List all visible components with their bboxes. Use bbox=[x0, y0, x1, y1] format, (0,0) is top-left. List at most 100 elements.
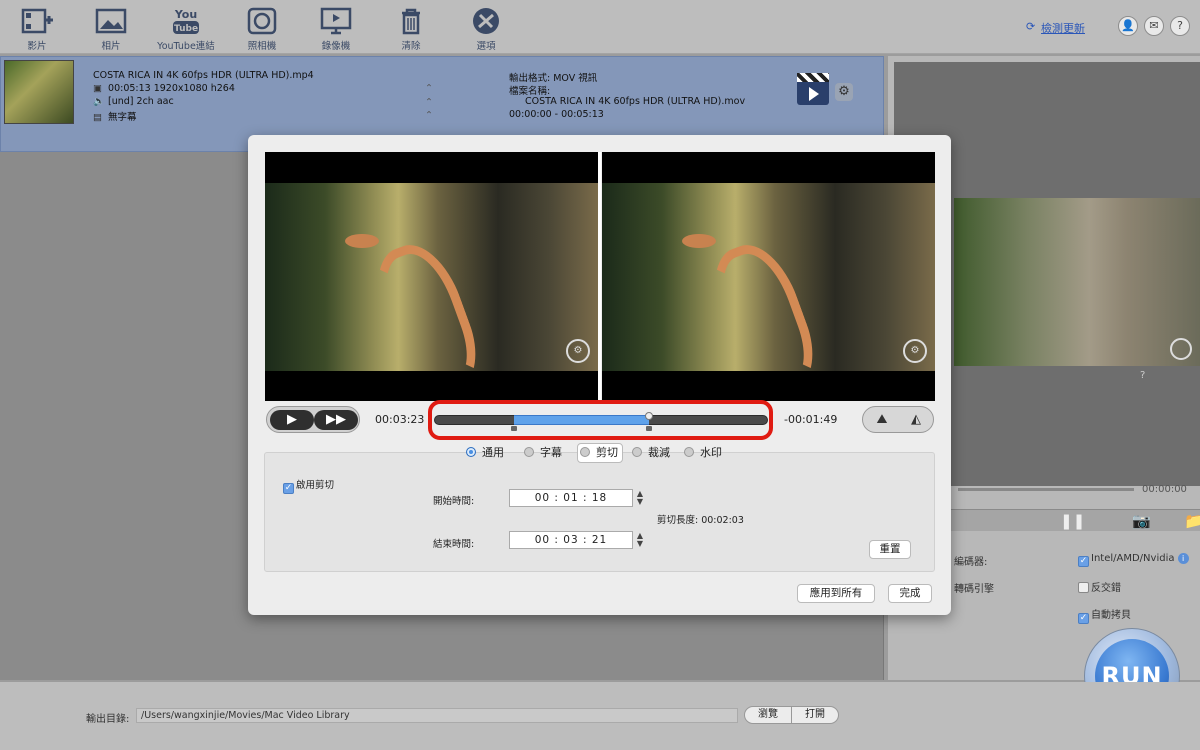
gear-icon[interactable]: ⚙ bbox=[835, 83, 853, 101]
camera-label: 照相機 bbox=[247, 41, 277, 52]
hw-accel-checkbox[interactable]: ✓ bbox=[1078, 556, 1089, 567]
screen-record-icon bbox=[320, 7, 352, 35]
timeline-highlight-box bbox=[428, 400, 773, 440]
file-name: COSTA RICA IN 4K 60fps HDR (ULTRA HD).mp… bbox=[93, 70, 314, 81]
subtitle-info[interactable]: ▤ 無字幕 bbox=[93, 109, 137, 123]
fast-forward-button[interactable]: ▶▶ bbox=[314, 410, 358, 430]
auto-copy-checkbox[interactable]: ✓ bbox=[1078, 613, 1089, 624]
tab-general-radio bbox=[466, 447, 476, 457]
svg-text:You: You bbox=[174, 8, 197, 21]
tab-trim[interactable]: 剪切 bbox=[580, 444, 618, 462]
speaker-icon: 🔈 bbox=[93, 96, 105, 107]
watermark-icon: ⚙ bbox=[566, 339, 590, 363]
mail-icon[interactable]: ✉ bbox=[1144, 16, 1164, 36]
add-video-button[interactable]: 影片 bbox=[2, 6, 72, 52]
account-icon[interactable]: 👤 bbox=[1118, 16, 1138, 36]
flip-controls: ⛰ ◭ bbox=[862, 406, 934, 433]
audio-info[interactable]: 🔈 [und] 2ch aac bbox=[93, 96, 174, 107]
play-button[interactable]: ▶ bbox=[270, 410, 314, 430]
subtitle-track-chevron-icon[interactable]: ⌃ bbox=[425, 110, 433, 121]
video-track-chevron-icon[interactable]: ⌃ bbox=[425, 83, 433, 94]
trash-icon bbox=[402, 8, 420, 35]
auto-copy-label: 自動拷貝 bbox=[1091, 610, 1131, 621]
pause-icon[interactable]: ❚❚ bbox=[1060, 512, 1085, 530]
video-info-icon: ▣ bbox=[93, 83, 102, 94]
youtube-link-button[interactable]: You Tube YouTube連結 bbox=[151, 6, 221, 52]
tab-subtitle[interactable]: 字幕 bbox=[524, 444, 562, 462]
tab-crop[interactable]: 裁減 bbox=[632, 444, 670, 462]
svg-text:Tube: Tube bbox=[174, 24, 198, 34]
recorder-label: 錄像機 bbox=[321, 41, 351, 52]
tab-general[interactable]: 通用 bbox=[466, 444, 504, 462]
preview-controls: ❚❚ 📷 📁 bbox=[948, 509, 1200, 531]
end-time-input[interactable]: 00 : 03 : 21 bbox=[509, 531, 633, 549]
video-info-text: 00:05:13 1920x1080 h264 bbox=[108, 83, 235, 94]
flip-horizontal-icon: ◭ bbox=[911, 412, 921, 427]
folder-icon[interactable]: 📁 bbox=[1184, 512, 1200, 530]
reset-button[interactable]: 重置 bbox=[869, 540, 911, 559]
open-button[interactable]: 打開 bbox=[791, 706, 839, 724]
playback-controls: ▶ ▶▶ bbox=[266, 406, 360, 433]
tools-icon bbox=[473, 8, 499, 34]
recorder-button[interactable]: 錄像機 bbox=[301, 6, 371, 52]
snake-body bbox=[361, 233, 489, 401]
trim-length: 剪切長度: 00:02:03 bbox=[657, 515, 744, 526]
start-time-stepper[interactable]: ▲ ▼ bbox=[635, 490, 645, 506]
deinterlace-label: 反交錯 bbox=[1091, 583, 1121, 594]
start-time-label: 開始時間: bbox=[433, 496, 475, 507]
auto-copy-option[interactable]: ✓ 自動拷貝 bbox=[1078, 606, 1131, 624]
main-toolbar: 影片 相片 You Tube YouTube連結 照相機 錄像機 清除 選項 ⟳ … bbox=[0, 0, 1200, 54]
output-video-preview: ⚙ bbox=[602, 152, 935, 401]
add-photo-button[interactable]: 相片 bbox=[76, 6, 146, 52]
tab-general-label: 通用 bbox=[482, 446, 504, 459]
trim-editor-dialog: ⚙ ⚙ ▶ ▶▶ 00:03:23 -00:01:49 ⛰ ◭ ✓ 啟用剪切 開始… bbox=[248, 135, 951, 615]
done-button[interactable]: 完成 bbox=[888, 584, 932, 603]
flip-horizontal-button[interactable]: ◭ bbox=[899, 411, 933, 429]
browse-button[interactable]: 瀏覽 bbox=[744, 706, 792, 724]
end-time-label: 結束時間: bbox=[433, 539, 475, 550]
video-thumbnail bbox=[4, 60, 74, 124]
hw-accel-option[interactable]: ✓ Intel/AMD/Nvidia i bbox=[1078, 553, 1189, 567]
preview-seekbar[interactable] bbox=[958, 488, 1134, 491]
info-icon[interactable]: i bbox=[1177, 553, 1189, 564]
tab-subtitle-label: 字幕 bbox=[540, 446, 562, 459]
subtitle-info-text: 無字幕 bbox=[108, 112, 137, 123]
film-add-icon bbox=[21, 8, 53, 34]
refresh-icon: ⟳ bbox=[1026, 20, 1036, 33]
trim-settings-panel: ✓ 啟用剪切 開始時間: 00 : 01 : 18 ▲ ▼ 剪切長度: 00:02:… bbox=[264, 452, 935, 572]
help-icon[interactable]: ? bbox=[1170, 16, 1190, 36]
options-label: 選項 bbox=[476, 41, 496, 52]
snapshot-icon[interactable]: 📷 bbox=[1132, 512, 1151, 530]
enable-trim-checkbox[interactable]: ✓ bbox=[283, 483, 294, 494]
flip-vertical-button[interactable]: ⛰ bbox=[865, 411, 899, 429]
output-format-icon[interactable] bbox=[797, 73, 829, 105]
tab-crop-radio bbox=[632, 447, 642, 457]
output-range: 00:00:00 - 00:05:13 bbox=[509, 109, 604, 120]
camera-icon bbox=[247, 7, 277, 35]
output-dir-field[interactable]: /Users/wangxinjie/Movies/Mac Video Libra… bbox=[136, 708, 738, 723]
enable-trim-option[interactable]: ✓ 啟用剪切 bbox=[283, 477, 334, 494]
check-update-link[interactable]: 檢測更新 bbox=[1041, 20, 1085, 36]
deinterlace-option[interactable]: 反交錯 bbox=[1078, 579, 1121, 594]
clear-button[interactable]: 清除 bbox=[376, 6, 446, 52]
youtube-link-label: YouTube連結 bbox=[157, 41, 215, 52]
play-icon: ▶ bbox=[287, 412, 297, 427]
camera-button[interactable]: 照相機 bbox=[227, 6, 297, 52]
tab-watermark[interactable]: 水印 bbox=[684, 444, 722, 462]
subtitle-icon: ▤ bbox=[93, 112, 102, 123]
snake-head bbox=[682, 234, 716, 248]
watermark-icon: ⚙ bbox=[903, 339, 927, 363]
encoder-label: 編碼器: bbox=[954, 557, 988, 568]
output-name[interactable]: COSTA RICA IN 4K 60fps HDR (ULTRA HD).mo… bbox=[525, 96, 745, 107]
video-info: ▣ 00:05:13 1920x1080 h264 bbox=[93, 83, 235, 94]
output-video-frame: ⚙ bbox=[602, 183, 935, 401]
audio-track-chevron-icon[interactable]: ⌃ bbox=[425, 97, 433, 108]
start-time-input[interactable]: 00 : 01 : 18 bbox=[509, 489, 633, 507]
end-time-stepper[interactable]: ▲ ▼ bbox=[635, 532, 645, 548]
deinterlace-checkbox[interactable] bbox=[1078, 582, 1089, 593]
add-photo-label: 相片 bbox=[101, 41, 121, 52]
options-button[interactable]: 選項 bbox=[451, 6, 521, 52]
apply-to-all-button[interactable]: 應用到所有 bbox=[797, 584, 875, 603]
hw-accel-label: Intel/AMD/Nvidia bbox=[1091, 553, 1175, 564]
youtube-icon: You Tube bbox=[173, 8, 199, 34]
